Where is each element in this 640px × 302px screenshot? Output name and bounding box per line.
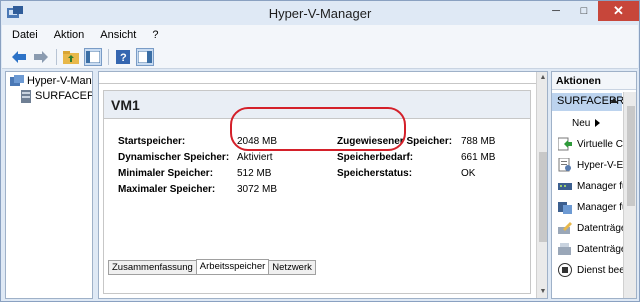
switch-manager-icon xyxy=(557,178,573,194)
hyper-v-manager-window: Hyper-V-Manager ─ □ ✕ Datei Aktion Ansic… xyxy=(0,0,640,302)
action-label: Neu xyxy=(572,117,591,129)
tree-item-label: Hyper-V-Manager xyxy=(27,75,92,87)
field-value: 512 MB xyxy=(237,168,272,179)
tree-item-server[interactable]: SURFACEPRO xyxy=(20,89,92,103)
detail-tabs: Zusammenfassung Arbeitsspeicher Netzwerk xyxy=(108,259,316,275)
action-edit-disk[interactable]: Datenträger bearbeiten... xyxy=(552,218,636,238)
inspect-disk-icon xyxy=(557,241,573,257)
memory-field: Speicherbedarf: 661 MB xyxy=(337,152,495,163)
menu-bar: Datei Aktion Ansicht ? xyxy=(2,25,638,45)
action-neu[interactable]: Neu xyxy=(552,113,622,133)
settings-icon xyxy=(557,157,573,173)
back-arrow-icon[interactable] xyxy=(10,48,28,66)
field-label: Maximaler Speicher: xyxy=(118,184,216,195)
field-label: Startspeicher: xyxy=(118,136,186,147)
field-label: Dynamischer Speicher: xyxy=(118,152,230,163)
folder-up-icon[interactable] xyxy=(62,48,80,66)
highlight-annotation xyxy=(230,107,406,151)
stop-service-icon xyxy=(557,262,573,278)
actions-pane: Aktionen SURFACEPRO Neu Virtuelle Comput… xyxy=(551,71,637,299)
field-value: 3072 MB xyxy=(237,184,278,195)
close-button[interactable]: ✕ xyxy=(598,1,639,21)
toolbar-separator xyxy=(108,48,109,65)
title-bar: Hyper-V-Manager ─ □ ✕ xyxy=(1,1,639,25)
action-inspect-disk[interactable]: Datenträger überprüfen... xyxy=(552,239,636,259)
actions-scrollbar[interactable] xyxy=(623,92,636,298)
actions-group-label: SURFACEPRO xyxy=(557,95,633,107)
svg-text:?: ? xyxy=(120,52,127,64)
menu-help[interactable]: ? xyxy=(144,29,166,41)
tree-item-root[interactable]: Hyper-V-Manager xyxy=(10,74,92,88)
vm-name: VM1 xyxy=(111,97,140,113)
forward-arrow-icon[interactable] xyxy=(32,48,50,66)
menu-ansicht[interactable]: Ansicht xyxy=(92,29,144,41)
field-label: Speicherbedarf: xyxy=(337,152,414,163)
pane-toggle-icon[interactable] xyxy=(136,47,154,66)
san-manager-icon xyxy=(557,199,573,215)
memory-field: Startspeicher: 2048 MB xyxy=(118,136,277,147)
import-icon xyxy=(557,136,573,152)
action-stop-service[interactable]: Dienst beenden xyxy=(552,260,636,280)
console-tree: Hyper-V-Manager SURFACEPRO xyxy=(5,71,93,299)
field-value: 661 MB xyxy=(461,152,496,163)
tab-netzwerk[interactable]: Netzwerk xyxy=(268,260,316,275)
edit-disk-icon xyxy=(557,220,573,236)
help-icon[interactable]: ? xyxy=(114,48,132,66)
console-tree-icon[interactable] xyxy=(84,47,102,66)
details-pane: VM1 Startspeicher: 2048 MB Dynamischer S… xyxy=(98,71,548,299)
maximize-button[interactable]: □ xyxy=(570,1,598,21)
server-icon xyxy=(21,89,31,103)
action-settings[interactable]: Hyper-V-Einstellungen... xyxy=(552,155,636,175)
tree-item-label: SURFACEPRO xyxy=(35,90,92,102)
field-value: 788 MB xyxy=(461,136,496,147)
hyper-v-manager-icon xyxy=(10,75,24,86)
scroll-up-icon[interactable]: ▲ xyxy=(537,72,547,84)
menu-datei[interactable]: Datei xyxy=(2,29,46,41)
submenu-arrow-icon xyxy=(595,119,601,127)
memory-field: Speicherstatus: OK xyxy=(337,168,475,179)
scroll-down-icon[interactable]: ▼ xyxy=(537,286,547,298)
action-import[interactable]: Virtuelle Computer importieren... xyxy=(552,134,636,154)
toolbar-separator xyxy=(56,48,57,65)
memory-field: Minimaler Speicher: 512 MB xyxy=(118,168,271,179)
details-scrollbar[interactable]: ▲ ▼ xyxy=(536,72,547,298)
toolbar: ? xyxy=(2,45,638,69)
vm-list-edge xyxy=(99,72,537,84)
menu-aktion[interactable]: Aktion xyxy=(46,29,93,41)
memory-field: Dynamischer Speicher: Aktiviert xyxy=(118,152,273,163)
minimize-button[interactable]: ─ xyxy=(542,1,570,21)
action-switch-manager[interactable]: Manager für virtuelle Switches... xyxy=(552,176,636,196)
field-label: Minimaler Speicher: xyxy=(118,168,214,179)
action-san-manager[interactable]: Manager für virtuelle SANs... xyxy=(552,197,636,217)
actions-group-server[interactable]: SURFACEPRO xyxy=(552,93,633,111)
tab-zusammenfassung[interactable]: Zusammenfassung xyxy=(108,260,197,275)
actions-header: Aktionen xyxy=(552,72,636,90)
collapse-caret-icon[interactable] xyxy=(610,98,618,103)
field-label: Speicherstatus: xyxy=(337,168,413,179)
field-value: Aktiviert xyxy=(237,152,273,163)
scroll-thumb[interactable] xyxy=(539,152,547,242)
tab-arbeitsspeicher[interactable]: Arbeitsspeicher xyxy=(195,259,270,275)
scroll-thumb[interactable] xyxy=(627,106,635,206)
field-value: OK xyxy=(461,168,476,179)
memory-field: Maximaler Speicher: 3072 MB xyxy=(118,184,277,195)
